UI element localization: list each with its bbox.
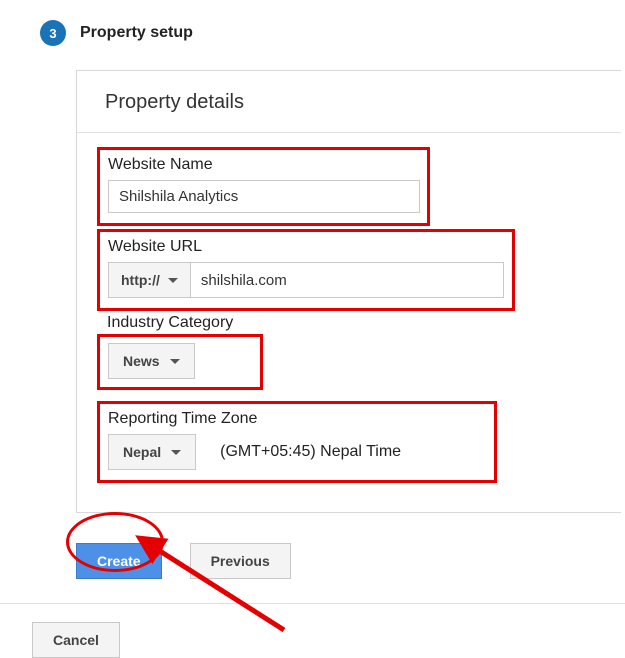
timezone-country-value: Nepal (123, 444, 161, 460)
timezone-offset-text: (GMT+05:45) Nepal Time (220, 443, 401, 461)
industry-label: Industry Category (107, 314, 601, 332)
url-row: http:// (108, 262, 504, 298)
website-url-label: Website URL (108, 238, 504, 256)
timezone-country-dropdown[interactable]: Nepal (108, 434, 196, 470)
highlight-website-name: Website Name (97, 147, 430, 226)
step-title: Property setup (80, 24, 193, 42)
previous-button[interactable]: Previous (190, 543, 291, 579)
cancel-button[interactable]: Cancel (32, 622, 120, 658)
timezone-label: Reporting Time Zone (108, 410, 486, 428)
chevron-down-icon (170, 359, 180, 364)
step-header: 3 Property setup (0, 0, 625, 46)
highlight-timezone: Reporting Time Zone Nepal (GMT+05:45) Ne… (97, 401, 497, 483)
card-body: Website Name Website URL http:// Industr… (77, 133, 621, 512)
website-url-input[interactable] (191, 262, 504, 298)
highlight-website-url: Website URL http:// (97, 229, 515, 311)
chevron-down-icon (171, 450, 181, 455)
cancel-row: Cancel (0, 604, 625, 658)
website-name-input[interactable] (108, 180, 420, 213)
card-title: Property details (77, 71, 621, 133)
website-name-label: Website Name (108, 156, 419, 174)
action-row: Create Previous (76, 543, 625, 579)
industry-value: News (123, 353, 160, 369)
create-button[interactable]: Create (76, 543, 162, 579)
industry-dropdown[interactable]: News (108, 343, 195, 379)
step-number-badge: 3 (40, 20, 66, 46)
highlight-industry: News (97, 334, 263, 390)
protocol-value: http:// (121, 272, 160, 288)
protocol-dropdown[interactable]: http:// (108, 262, 191, 298)
property-card: Property details Website Name Website UR… (76, 70, 621, 513)
timezone-row: Nepal (GMT+05:45) Nepal Time (108, 434, 486, 470)
chevron-down-icon (168, 278, 178, 283)
